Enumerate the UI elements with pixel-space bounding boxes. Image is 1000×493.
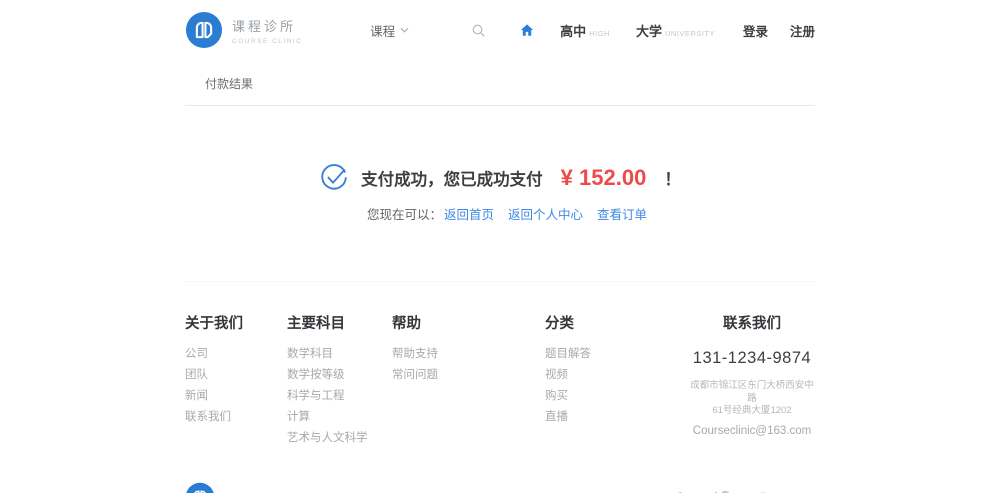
footer-col-title: 主要科目 — [287, 312, 392, 333]
nav-course-dropdown[interactable]: 课程 — [370, 21, 409, 40]
success-check-icon — [319, 163, 349, 193]
nav-high-school-label: 高中 — [560, 21, 586, 40]
footer-link-math-subjects[interactable]: 数学科目 — [287, 349, 392, 361]
footer-col-help: 帮助 帮助支持 常问问题 — [392, 312, 545, 454]
copyright-text: ©2018 Course clinic 有限公司 — [224, 490, 356, 493]
footer-col-about: 关于我们 公司 团队 新闻 联系我们 — [185, 312, 287, 454]
footer-link-videos[interactable]: 视频 — [545, 370, 689, 382]
chevron-down-icon — [400, 27, 409, 33]
contact-phone: 131-1234-9874 — [689, 349, 815, 368]
nav-university-label: 大学 — [636, 21, 662, 40]
footer-link-company[interactable]: 公司 — [185, 349, 287, 361]
footer-col-title: 联系我们 — [689, 312, 815, 333]
payment-exclaim: ！ — [664, 166, 681, 190]
footer-link-live[interactable]: 直播 — [545, 412, 689, 424]
contact-address-line1: 成都市锦江区东门大桥西安中路 — [689, 380, 815, 405]
contact-address-line2: 61号经典大厦1202 — [689, 405, 815, 418]
contact-email-link[interactable]: Courseclinic@163.com — [689, 426, 815, 438]
search-icon[interactable] — [471, 23, 486, 38]
nav-course-label: 课程 — [370, 21, 395, 40]
breadcrumb-section: 付款结果 — [185, 60, 815, 106]
breadcrumb-divider — [185, 105, 815, 106]
bottom-bar: ©2018 Course clinic 有限公司 — [185, 482, 815, 493]
footer-link-news[interactable]: 新闻 — [185, 391, 287, 403]
footer-col-subjects: 主要科目 数学科目 数学按等级 科学与工程 计算 艺术与人文科学 — [287, 312, 392, 454]
footer-link-help-support[interactable]: 帮助支持 — [392, 349, 545, 361]
footer: 关于我们 公司 团队 新闻 联系我们 主要科目 数学科目 数学按等级 科学与工程… — [185, 281, 815, 493]
footer-link-question-answers[interactable]: 题目解答 — [545, 349, 689, 361]
nav-university-sublabel: UNIVERSITY — [665, 29, 715, 38]
footer-link-science-engineering[interactable]: 科学与工程 — [287, 391, 392, 403]
return-home-link[interactable]: 返回首页 — [444, 204, 494, 223]
header: 课程诊所 COURSE CLINIC 课程 — [185, 0, 815, 60]
login-button[interactable]: 登录 — [743, 21, 768, 40]
footer-link-purchase[interactable]: 购买 — [545, 391, 689, 403]
footer-link-team[interactable]: 团队 — [185, 370, 287, 382]
footer-link-arts-humanities[interactable]: 艺术与人文科学 — [287, 433, 392, 445]
payment-result-section: 支付成功，您已成功支付 ¥ 152.00 ！ 您现在可以： 返回首页 返回个人中… — [185, 163, 815, 223]
contact-address: 成都市锦江区东门大桥西安中路 61号经典大厦1202 — [689, 380, 815, 418]
footer-link-computing[interactable]: 计算 — [287, 412, 392, 424]
nav-high-school[interactable]: 高中 HIGH — [560, 21, 610, 40]
nav-university[interactable]: 大学 UNIVERSITY — [636, 21, 715, 40]
register-button[interactable]: 注册 — [790, 21, 815, 40]
footer-link-contact[interactable]: 联系我们 — [185, 412, 287, 424]
breadcrumb: 付款结果 — [185, 75, 815, 92]
brand-name: 课程诊所 COURSE CLINIC — [232, 16, 302, 45]
home-icon[interactable] — [520, 23, 534, 37]
footer-col-contact-us: 联系我们 131-1234-9874 成都市锦江区东门大桥西安中路 61号经典大… — [689, 312, 815, 454]
payment-amount: ¥ 152.00 — [561, 165, 647, 191]
book-logo-icon — [185, 11, 223, 49]
book-logo-icon-small — [185, 482, 215, 493]
footer-col-title: 分类 — [545, 312, 689, 333]
footer-col-categories: 分类 题目解答 视频 购买 直播 — [545, 312, 689, 454]
payment-success-message: 支付成功，您已成功支付 — [361, 166, 543, 190]
view-order-link[interactable]: 查看订单 — [597, 204, 647, 223]
main-nav: 课程 高中 HIGH 大学 — [370, 21, 815, 40]
footer-col-title: 关于我们 — [185, 312, 287, 333]
return-account-link[interactable]: 返回个人中心 — [508, 204, 583, 223]
footer-link-math-by-level[interactable]: 数学按等级 — [287, 370, 392, 382]
payment-prompt: 您现在可以： — [367, 204, 442, 223]
footer-col-title: 帮助 — [392, 312, 545, 333]
brand-name-en: COURSE CLINIC — [232, 38, 302, 45]
brand-name-cn: 课程诊所 — [232, 16, 302, 35]
nav-high-school-sublabel: HIGH — [589, 29, 610, 38]
footer-link-faq[interactable]: 常问问题 — [392, 370, 545, 382]
brand-logo-group[interactable]: 课程诊所 COURSE CLINIC — [185, 11, 302, 49]
